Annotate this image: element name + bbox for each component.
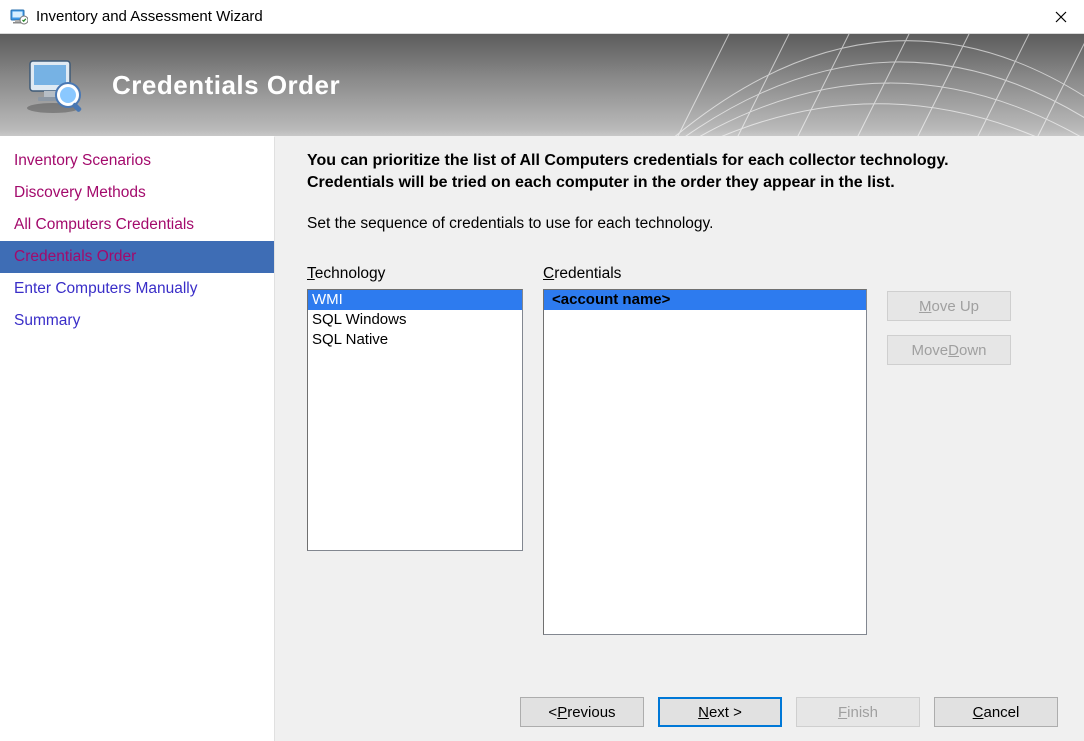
sidebar-item-all-computers-credentials[interactable]: All Computers Credentials xyxy=(0,209,274,241)
sidebar-item-enter-computers-manually[interactable]: Enter Computers Manually xyxy=(0,273,274,305)
finish-button[interactable]: Finish xyxy=(796,697,920,727)
banner-decoration xyxy=(604,34,1084,136)
banner: Credentials Order xyxy=(0,34,1084,136)
instruction-heading: You can prioritize the list of All Compu… xyxy=(307,150,1027,193)
credentials-listbox[interactable]: <account name> xyxy=(543,289,867,635)
next-button[interactable]: Next > xyxy=(658,697,782,727)
technology-column: Technology WMISQL WindowsSQL Native xyxy=(307,265,523,551)
app-icon xyxy=(10,8,28,26)
move-down-button[interactable]: Move Down xyxy=(887,335,1011,365)
reorder-buttons: Move Up Move Down xyxy=(887,291,1011,365)
content-area: Inventory ScenariosDiscovery MethodsAll … xyxy=(0,136,1084,741)
technology-item[interactable]: SQL Native xyxy=(308,330,522,350)
wizard-footer: < Previous Next > Finish Cancel xyxy=(520,697,1058,727)
credentials-column: Credentials <account name> xyxy=(543,265,867,635)
technology-item[interactable]: WMI xyxy=(308,290,522,310)
window-title: Inventory and Assessment Wizard xyxy=(36,8,1038,25)
sidebar-item-credentials-order[interactable]: Credentials Order xyxy=(0,241,274,273)
technology-label: Technology xyxy=(307,265,523,283)
banner-icon xyxy=(22,55,84,115)
wizard-steps-sidebar: Inventory ScenariosDiscovery MethodsAll … xyxy=(0,136,275,741)
move-up-button[interactable]: Move Up xyxy=(887,291,1011,321)
credentials-label: Credentials xyxy=(543,265,867,283)
main-panel: You can prioritize the list of All Compu… xyxy=(275,136,1084,741)
technology-item[interactable]: SQL Windows xyxy=(308,310,522,330)
close-button[interactable] xyxy=(1038,0,1084,34)
instruction-sub: Set the sequence of credentials to use f… xyxy=(307,215,1058,233)
sidebar-item-summary[interactable]: Summary xyxy=(0,305,274,337)
banner-title: Credentials Order xyxy=(112,70,340,101)
technology-listbox[interactable]: WMISQL WindowsSQL Native xyxy=(307,289,523,551)
title-bar: Inventory and Assessment Wizard xyxy=(0,0,1084,34)
cancel-button[interactable]: Cancel xyxy=(934,697,1058,727)
previous-button[interactable]: < Previous xyxy=(520,697,644,727)
sidebar-item-inventory-scenarios[interactable]: Inventory Scenarios xyxy=(0,145,274,177)
credential-item[interactable]: <account name> xyxy=(544,290,866,310)
sidebar-item-discovery-methods[interactable]: Discovery Methods xyxy=(0,177,274,209)
lists-row: Technology WMISQL WindowsSQL Native Cred… xyxy=(307,265,1058,635)
